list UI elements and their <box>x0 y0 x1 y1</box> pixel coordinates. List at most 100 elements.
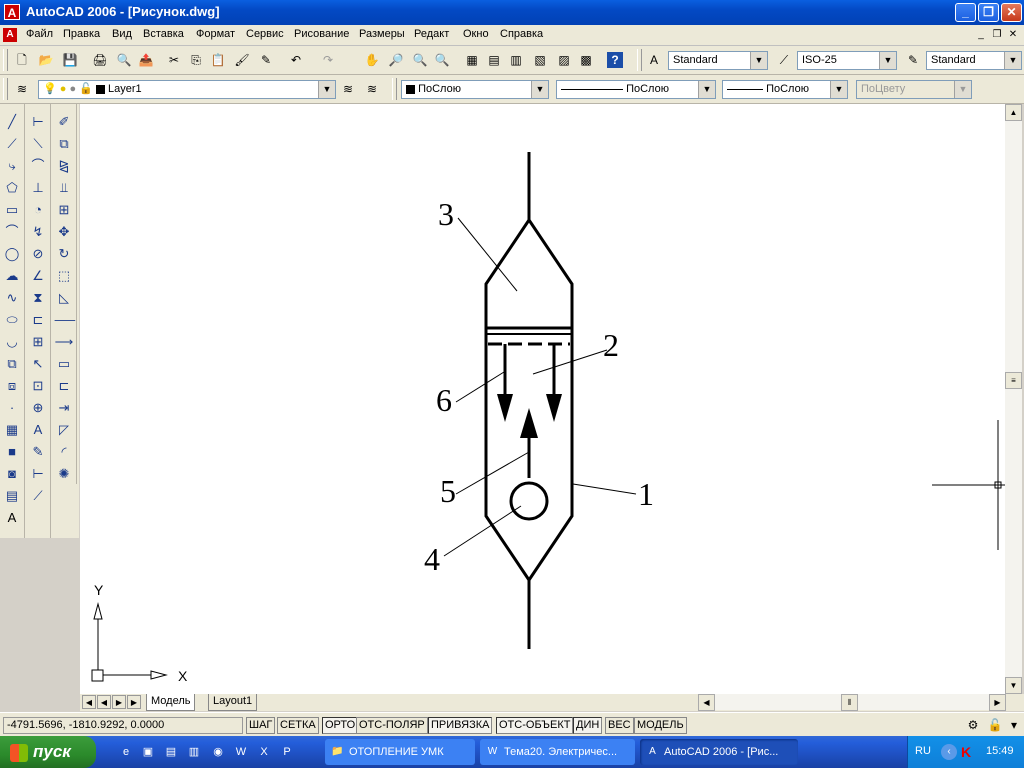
offset-icon[interactable]: ⫫ <box>54 178 74 198</box>
menu-format[interactable]: Формат <box>196 28 235 40</box>
scroll-up-button[interactable]: ▲ <box>1005 104 1022 121</box>
baseline-icon[interactable]: ⊏ <box>28 310 48 330</box>
floppy-icon[interactable]: ▣ <box>140 744 156 760</box>
text-style-icon[interactable]: A <box>646 52 662 68</box>
markup-icon[interactable]: ▨ <box>556 52 572 68</box>
block-editor-icon[interactable]: ✎ <box>258 52 274 68</box>
prev-tab-button[interactable]: ◀ <box>97 695 111 709</box>
spline-icon[interactable]: ∿ <box>2 288 22 308</box>
angular-icon[interactable]: ∠ <box>28 266 48 286</box>
tab-layout1[interactable]: Layout1 <box>208 694 258 711</box>
layer-previous-icon[interactable]: ≋ <box>364 81 380 97</box>
plot-icon[interactable]: 🖨 <box>92 52 108 68</box>
last-tab-button[interactable]: ▶ <box>127 695 141 709</box>
dim-style-icon[interactable]: ⟋ <box>28 486 48 506</box>
status-menu-icon[interactable]: ▾ <box>1006 717 1022 733</box>
grid-toggle[interactable]: СЕТКА <box>277 717 319 734</box>
move-icon[interactable]: ✥ <box>54 222 74 242</box>
menu-edit[interactable]: Правка <box>63 28 100 40</box>
dyn-toggle[interactable]: ДИН <box>573 717 603 734</box>
erase-icon[interactable]: ✐ <box>54 112 74 132</box>
dim-text-edit-icon[interactable]: ✎ <box>28 442 48 462</box>
save-icon[interactable]: 💾 <box>62 52 78 68</box>
media-icon[interactable]: ◉ <box>210 744 226 760</box>
make-object-layer-current-icon[interactable]: ≋ <box>340 81 356 97</box>
polyline-icon[interactable]: ⤷ <box>2 156 22 176</box>
snap-toggle[interactable]: ШАГ <box>246 717 276 734</box>
doc-restore-button[interactable]: ❐ <box>990 28 1004 41</box>
chevron-down-icon[interactable]: ▼ <box>954 81 971 98</box>
tolerance-icon[interactable]: ⊡ <box>28 376 48 396</box>
chevron-down-icon[interactable]: ▼ <box>750 52 767 69</box>
aligned-dim-icon[interactable]: ⟍ <box>28 134 48 154</box>
doc-minimize-button[interactable]: _ <box>974 28 988 41</box>
break-point-icon[interactable]: ▭ <box>54 354 74 374</box>
jogged-icon[interactable]: ↯ <box>28 222 48 242</box>
chamfer-icon[interactable]: ◸ <box>54 420 74 440</box>
dim-style-select[interactable]: ISO-25 ▼ <box>797 51 897 70</box>
title-bar[interactable]: A AutoCAD 2006 - [Рисунок.dwg] _ ❐ ✕ <box>0 0 1024 25</box>
books-icon[interactable]: ▥ <box>186 744 202 760</box>
tab-model[interactable]: Модель <box>146 694 196 711</box>
toolbar-grip[interactable] <box>637 49 642 71</box>
circle-icon[interactable]: ◯ <box>2 244 22 264</box>
menu-insert[interactable]: Вставка <box>143 28 184 40</box>
copy-icon[interactable]: ⎘ <box>188 52 204 68</box>
layer-select[interactable]: 💡 ● ● 🔓 Layer1 ▼ <box>38 80 336 99</box>
insert-block-icon[interactable]: ⧉ <box>2 354 22 374</box>
menu-dimension[interactable]: Размеры <box>359 28 405 40</box>
coordinate-display[interactable]: -4791.5696, -1810.9292, 0.0000 <box>3 717 243 734</box>
lineweight-toggle[interactable]: ВЕС <box>605 717 634 734</box>
comm-center-icon[interactable]: ⚙ <box>965 717 981 733</box>
fillet-icon[interactable]: ◜ <box>54 442 74 462</box>
language-indicator[interactable]: RU <box>915 745 931 757</box>
radius-icon[interactable]: ◔ <box>28 200 48 220</box>
scroll-right-button[interactable]: ▶ <box>989 694 1006 711</box>
menu-help[interactable]: Справка <box>500 28 543 40</box>
excel-icon[interactable]: X <box>256 744 272 760</box>
sheet-set-icon[interactable]: ▧ <box>532 52 548 68</box>
dim-update-icon[interactable]: ⊢ <box>28 464 48 484</box>
close-button[interactable]: ✕ <box>1001 3 1022 22</box>
arc-icon[interactable]: ⌒ <box>2 222 22 242</box>
minimize-button[interactable]: _ <box>955 3 976 22</box>
chevron-down-icon[interactable]: ▼ <box>531 81 548 98</box>
plotstyle-select[interactable]: ПоЦвету ▼ <box>856 80 972 99</box>
ellipse-icon[interactable]: ⬭ <box>2 310 22 330</box>
zoom-window-icon[interactable]: 🔍 <box>412 52 428 68</box>
task-folder[interactable]: 📁 ОТОПЛЕНИЕ УМК <box>325 739 475 765</box>
trim-icon[interactable]: ⸺ <box>54 310 76 330</box>
menu-tools[interactable]: Сервис <box>246 28 284 40</box>
stretch-icon[interactable]: ◺ <box>54 288 74 308</box>
line-icon[interactable]: ╱ <box>2 112 22 132</box>
new-icon[interactable]: 🗋 <box>14 52 30 68</box>
chevron-down-icon[interactable]: ▼ <box>318 81 335 98</box>
scroll-down-button[interactable]: ▼ <box>1005 677 1022 694</box>
point-icon[interactable]: · <box>2 398 22 418</box>
menu-draw[interactable]: Рисование <box>294 28 349 40</box>
doc-close-button[interactable]: ✕ <box>1006 28 1020 41</box>
dim-style-icon[interactable]: ⟋ <box>776 52 792 68</box>
help-icon[interactable]: ? <box>607 52 623 68</box>
ordinate-icon[interactable]: ⊥ <box>28 178 48 198</box>
dim-edit-icon[interactable]: A <box>28 420 48 440</box>
ie-icon[interactable]: e <box>118 744 134 760</box>
toolbar-grip[interactable] <box>3 49 8 71</box>
document-icon[interactable]: A <box>3 28 17 42</box>
calculator-quicklaunch-icon[interactable]: ▤ <box>163 744 179 760</box>
chevron-down-icon[interactable]: ▼ <box>698 81 715 98</box>
horizontal-scroll-thumb[interactable]: ⦀ <box>841 694 858 711</box>
scroll-left-button[interactable]: ◀ <box>698 694 715 711</box>
rectangle-icon[interactable]: ▭ <box>2 200 22 220</box>
gradient-icon[interactable]: ■ <box>2 442 22 462</box>
region-icon[interactable]: ◙ <box>2 464 22 484</box>
toolbar-grip[interactable] <box>392 78 397 100</box>
autocad-app-icon[interactable]: A <box>4 4 20 20</box>
tray-expand-icon[interactable]: ‹ <box>941 744 957 760</box>
publish-icon[interactable]: 📤 <box>138 52 154 68</box>
start-button[interactable]: пуск <box>0 736 96 768</box>
menu-file[interactable]: Файл <box>26 28 53 40</box>
table-icon[interactable]: ▤ <box>2 486 22 506</box>
first-tab-button[interactable]: ◀ <box>82 695 96 709</box>
pan-icon[interactable]: ✋ <box>364 52 380 68</box>
